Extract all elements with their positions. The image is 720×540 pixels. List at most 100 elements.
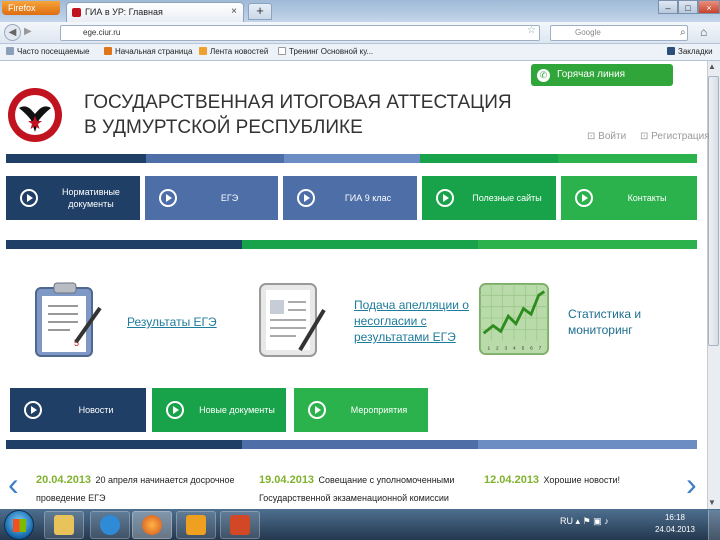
- nav-button-useful-sites[interactable]: Полезные сайты: [422, 176, 556, 220]
- appeal-link[interactable]: Подача апелляции о несогласии с результа…: [354, 297, 479, 345]
- close-window-button[interactable]: ×: [698, 0, 720, 14]
- play-circle-icon: [166, 401, 184, 419]
- search-icon[interactable]: ⌕: [680, 27, 686, 38]
- back-button[interactable]: ◀: [4, 24, 21, 41]
- decor-band-segment: [558, 154, 697, 163]
- chart-axis-tick: 3: [505, 345, 508, 351]
- decor-band-segment: [284, 154, 420, 163]
- play-circle-icon: [308, 401, 326, 419]
- news-item[interactable]: 19.04.2013 Совещание с уполномоченными Г…: [259, 470, 459, 506]
- nav-button-ege[interactable]: ЕГЭ: [145, 176, 278, 220]
- chart-axis-tick: 2: [496, 345, 499, 351]
- tab-close-icon[interactable]: ×: [231, 3, 237, 21]
- home-icon[interactable]: ⌂: [700, 25, 707, 39]
- maximize-button[interactable]: □: [678, 0, 698, 14]
- scroll-down-arrow-icon[interactable]: ▼: [708, 498, 716, 507]
- results-ege-link[interactable]: Результаты ЕГЭ: [127, 314, 217, 330]
- news-text: Хорошие новости!: [543, 475, 620, 485]
- clipboard-icon[interactable]: 5: [32, 280, 104, 358]
- bookmarks-toolbar: Часто посещаемые Начальная страница Лент…: [0, 44, 720, 61]
- folder-icon: [54, 515, 74, 535]
- forward-button[interactable]: ▶: [24, 26, 32, 37]
- bookmark-folder-icon: [6, 47, 14, 55]
- decor-band-segment: [6, 240, 242, 249]
- scrollbar-thumb[interactable]: [708, 76, 719, 346]
- play-circle-icon: [436, 189, 454, 207]
- bookmarks-menu-button[interactable]: Закладки: [667, 44, 713, 60]
- new-tab-button[interactable]: +: [248, 3, 272, 20]
- decor-band-segment: [478, 240, 697, 249]
- firefox-icon: [142, 515, 162, 535]
- document-pen-icon[interactable]: [256, 280, 328, 358]
- carousel-next-arrow-icon[interactable]: ›: [686, 468, 697, 500]
- nav-button-normative-docs[interactable]: Нормативные документы: [6, 176, 140, 220]
- chart-board-icon[interactable]: 1 2 3 4 5 6 7: [478, 280, 550, 358]
- scroll-up-arrow-icon[interactable]: ▲: [708, 62, 716, 71]
- tab-active[interactable]: ГИА в УР: Главная ×: [66, 2, 244, 22]
- bookmark-item[interactable]: Лента новостей: [199, 44, 268, 60]
- bookmarks-icon: [667, 47, 675, 55]
- udmurtia-emblem-logo[interactable]: [6, 86, 64, 144]
- search-input[interactable]: Google: [550, 25, 688, 41]
- url-input[interactable]: ege.ciur.ru: [60, 25, 540, 41]
- tray-arrow-icon[interactable]: ▴: [576, 516, 581, 526]
- lock-icon: ⊡: [587, 131, 596, 142]
- news-date: 20.04.2013: [36, 474, 92, 486]
- minimize-button[interactable]: –: [658, 0, 678, 14]
- nav-button-events[interactable]: Мероприятия: [294, 388, 428, 432]
- bookmark-item[interactable]: Тренинг Основной ку...: [278, 44, 373, 60]
- news-item[interactable]: 12.04.2013 Хорошие новости!: [484, 470, 684, 488]
- taskbar-firefox[interactable]: [132, 511, 172, 539]
- play-circle-icon: [297, 189, 315, 207]
- statistics-link[interactable]: Статистика и мониторинг: [568, 306, 668, 338]
- page-icon: [278, 47, 286, 55]
- internet-explorer-icon: [100, 515, 120, 535]
- powerpoint-icon: [230, 515, 250, 535]
- flag-icon[interactable]: ⚑: [583, 516, 591, 526]
- hotline-button[interactable]: ✆ Горячая линия: [531, 64, 673, 86]
- user-icon: ⊡: [640, 131, 649, 142]
- chart-axis-tick: 6: [530, 345, 533, 351]
- decor-band-segment: [6, 440, 242, 449]
- news-item[interactable]: 20.04.2013 20 апреля начинается досрочно…: [36, 470, 236, 506]
- decor-band-segment: [478, 440, 697, 449]
- nav-button-new-docs[interactable]: Новые документы: [152, 388, 286, 432]
- nav-button-gia9[interactable]: ГИА 9 клас: [283, 176, 417, 220]
- volume-icon[interactable]: ♪: [604, 516, 609, 526]
- chart-axis-tick: 1: [487, 345, 490, 351]
- language-indicator[interactable]: RU: [560, 516, 573, 526]
- bookmark-item[interactable]: Начальная страница: [104, 44, 192, 60]
- taskbar-explorer[interactable]: [44, 511, 84, 539]
- nav-button-contacts[interactable]: Контакты: [561, 176, 697, 220]
- windows-logo-icon: [13, 519, 26, 532]
- nav-button-news[interactable]: Новости: [10, 388, 146, 432]
- network-icon[interactable]: ▣: [593, 516, 602, 526]
- site-favicon-icon: [72, 8, 81, 17]
- bookmark-star-icon[interactable]: ☆: [527, 25, 536, 36]
- system-tray: RU ▴ ⚑ ▣ ♪: [560, 516, 609, 527]
- play-circle-icon: [159, 189, 177, 207]
- taskbar-ie[interactable]: [90, 511, 130, 539]
- tab-title: ГИА в УР: Главная: [85, 7, 163, 17]
- page-title: ГОСУДАРСТВЕННАЯ ИТОГОВАЯ АТТЕСТАЦИЯ В УД…: [84, 92, 512, 138]
- bookmark-item[interactable]: Часто посещаемые: [6, 44, 89, 60]
- decor-band-segment: [242, 240, 478, 249]
- register-link[interactable]: ⊡ Регистрация: [640, 131, 710, 142]
- chart-axis-tick: 4: [513, 345, 516, 351]
- show-desktop-button[interactable]: [708, 510, 720, 540]
- start-button[interactable]: [4, 510, 34, 540]
- media-player-icon: [186, 515, 206, 535]
- firefox-menu-button[interactable]: Firefox: [2, 1, 60, 15]
- clock[interactable]: 16:18 24.04.2013: [650, 512, 700, 536]
- decor-band-segment: [146, 154, 284, 163]
- taskbar-media[interactable]: [176, 511, 216, 539]
- play-circle-icon: [575, 189, 593, 207]
- chart-axis-tick: 5: [522, 345, 525, 351]
- login-link[interactable]: ⊡ Войти: [587, 131, 626, 142]
- decor-band-segment: [420, 154, 558, 163]
- play-circle-icon: [20, 189, 38, 207]
- decor-band-segment: [242, 440, 478, 449]
- firefox-page-icon: [104, 47, 112, 55]
- carousel-prev-arrow-icon[interactable]: ‹: [8, 468, 19, 500]
- taskbar-powerpoint[interactable]: [220, 511, 260, 539]
